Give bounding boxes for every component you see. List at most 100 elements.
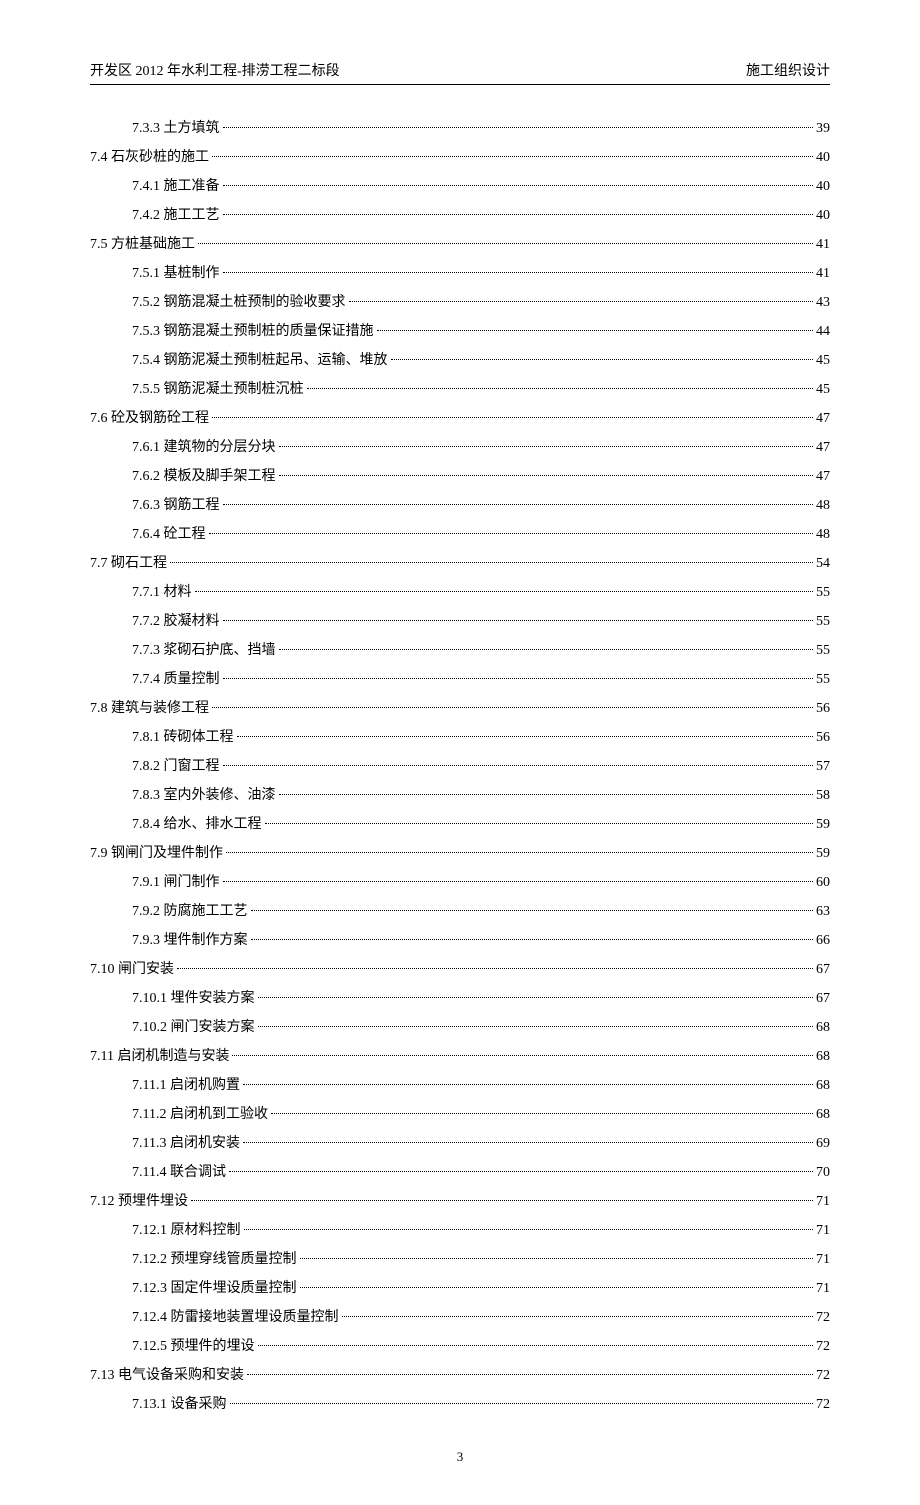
toc-leader-dots: [223, 185, 814, 186]
toc-leader-dots: [279, 649, 814, 650]
toc-entry-label: 7.6 砼及钢筋砼工程: [90, 405, 209, 433]
toc-entry: 7.6.4 砼工程48: [90, 521, 830, 549]
toc-entry-label: 7.5.3 钢筋混凝土预制桩的质量保证措施: [132, 318, 374, 346]
table-of-contents: 7.3.3 土方填筑397.4 石灰砂桩的施工407.4.1 施工准备407.4…: [90, 115, 830, 1419]
toc-leader-dots: [247, 1374, 813, 1375]
toc-entry-label: 7.6.3 钢筋工程: [132, 492, 220, 520]
toc-entry: 7.4.1 施工准备40: [90, 173, 830, 201]
toc-entry: 7.12.1 原材料控制71: [90, 1217, 830, 1245]
toc-entry: 7.4 石灰砂桩的施工 40: [90, 144, 830, 172]
toc-entry-label: 7.9.1 闸门制作: [132, 869, 220, 897]
toc-leader-dots: [300, 1287, 814, 1288]
toc-entry: 7.11.3 启闭机安装69: [90, 1130, 830, 1158]
toc-entry-label: 7.4.1 施工准备: [132, 173, 220, 201]
toc-leader-dots: [191, 1200, 813, 1201]
toc-entry-label: 7.6.2 模板及脚手架工程: [132, 463, 276, 491]
toc-entry: 7.11.1 启闭机购置68: [90, 1072, 830, 1100]
toc-entry: 7.8 建筑与装修工程56: [90, 695, 830, 723]
toc-entry-page: 55: [816, 579, 830, 607]
toc-entry-label: 7.11.1 启闭机购置: [132, 1072, 240, 1100]
toc-entry-label: 7.7.1 材料: [132, 579, 192, 607]
toc-entry-page: 43: [816, 289, 830, 317]
toc-entry-page: 48: [816, 492, 830, 520]
toc-entry-page: 56: [816, 695, 830, 723]
toc-leader-dots: [271, 1113, 813, 1114]
toc-entry: 7.12 预埋件埋设71: [90, 1188, 830, 1216]
toc-leader-dots: [391, 359, 814, 360]
toc-entry-page: 60: [816, 869, 830, 897]
toc-leader-dots: [223, 127, 814, 128]
header-left: 开发区 2012 年水利工程-排涝工程二标段: [90, 60, 340, 80]
toc-entry-page: 68: [816, 1101, 830, 1129]
toc-entry-label: 7.5 方桩基础施工: [90, 231, 195, 259]
toc-leader-dots: [223, 272, 814, 273]
toc-entry-label: 7.9.3 埋件制作方案: [132, 927, 248, 955]
toc-leader-dots: [258, 1345, 814, 1346]
toc-leader-dots: [229, 1171, 813, 1172]
toc-entry-label: 7.5.4 钢筋泥凝土预制桩起吊、运输、堆放: [132, 347, 388, 375]
toc-leader-dots: [223, 881, 814, 882]
toc-entry-page: 70: [816, 1159, 830, 1187]
toc-leader-dots: [232, 1055, 813, 1056]
toc-leader-dots: [223, 765, 814, 766]
toc-entry-page: 72: [816, 1333, 830, 1361]
toc-entry-label: 7.4.2 施工工艺: [132, 202, 220, 230]
toc-leader-dots: [170, 562, 813, 563]
toc-entry-label: 7.12.2 预埋穿线管质量控制: [132, 1246, 297, 1274]
toc-entry-page: 47: [816, 463, 830, 491]
toc-leader-dots: [377, 330, 814, 331]
toc-entry-page: 41: [816, 260, 830, 288]
toc-leader-dots: [198, 243, 813, 244]
toc-entry-label: 7.11.4 联合调试: [132, 1159, 226, 1187]
toc-entry-label: 7.5.5 钢筋泥凝土预制桩沉桩: [132, 376, 304, 404]
toc-leader-dots: [243, 1142, 813, 1143]
toc-entry: 7.7.4 质量控制 55: [90, 666, 830, 694]
toc-entry-label: 7.6.1 建筑物的分层分块: [132, 434, 276, 462]
toc-entry-page: 55: [816, 666, 830, 694]
toc-entry: 7.9 钢闸门及埋件制作59: [90, 840, 830, 868]
toc-entry-page: 71: [816, 1188, 830, 1216]
toc-entry-label: 7.10.1 埋件安装方案: [132, 985, 255, 1013]
toc-entry-page: 71: [816, 1246, 830, 1274]
toc-leader-dots: [243, 1084, 813, 1085]
toc-entry-page: 71: [816, 1275, 830, 1303]
toc-entry-page: 59: [816, 840, 830, 868]
toc-entry-page: 63: [816, 898, 830, 926]
toc-entry: 7.12.5 预埋件的埋设72: [90, 1333, 830, 1361]
toc-entry-label: 7.10 闸门安装: [90, 956, 174, 984]
toc-entry-page: 56: [816, 724, 830, 752]
toc-entry: 7.10.1 埋件安装方案67: [90, 985, 830, 1013]
toc-entry: 7.11 启闭机制造与安装68: [90, 1043, 830, 1071]
toc-entry: 7.8.4 给水、排水工程59: [90, 811, 830, 839]
toc-leader-dots: [212, 156, 813, 157]
toc-entry: 7.5.1 基桩制作41: [90, 260, 830, 288]
toc-entry-label: 7.4 石灰砂桩的施工: [90, 144, 209, 172]
toc-entry-label: 7.8.2 门窗工程: [132, 753, 220, 781]
toc-entry: 7.5.3 钢筋混凝土预制桩的质量保证措施44: [90, 318, 830, 346]
toc-leader-dots: [342, 1316, 814, 1317]
toc-entry: 7.8.3 室内外装修、油漆58: [90, 782, 830, 810]
page-header: 开发区 2012 年水利工程-排涝工程二标段 施工组织设计: [90, 60, 830, 85]
toc-entry-page: 48: [816, 521, 830, 549]
toc-entry-label: 7.9.2 防腐施工工艺: [132, 898, 248, 926]
toc-entry-label: 7.8.1 砖砌体工程: [132, 724, 234, 752]
toc-leader-dots: [212, 417, 813, 418]
toc-entry-page: 40: [816, 144, 830, 172]
toc-entry-page: 72: [816, 1391, 830, 1419]
toc-leader-dots: [177, 968, 813, 969]
toc-entry-label: 7.11.2 启闭机到工验收: [132, 1101, 268, 1129]
toc-entry-page: 41: [816, 231, 830, 259]
toc-entry: 7.8.1 砖砌体工程 56: [90, 724, 830, 752]
toc-entry: 7.13 电气设备采购和安装72: [90, 1362, 830, 1390]
toc-entry: 7.5.2 钢筋混凝土桩预制的验收要求43: [90, 289, 830, 317]
toc-entry-page: 39: [816, 115, 830, 143]
toc-entry: 7.7 砌石工程54: [90, 550, 830, 578]
toc-entry-label: 7.7.4 质量控制: [132, 666, 220, 694]
toc-leader-dots: [251, 939, 814, 940]
toc-leader-dots: [230, 1403, 814, 1404]
toc-leader-dots: [244, 1229, 814, 1230]
toc-entry-page: 72: [816, 1362, 830, 1390]
toc-entry-page: 67: [816, 956, 830, 984]
toc-entry: 7.13.1 设备采购72: [90, 1391, 830, 1419]
toc-entry-label: 7.8.3 室内外装修、油漆: [132, 782, 276, 810]
